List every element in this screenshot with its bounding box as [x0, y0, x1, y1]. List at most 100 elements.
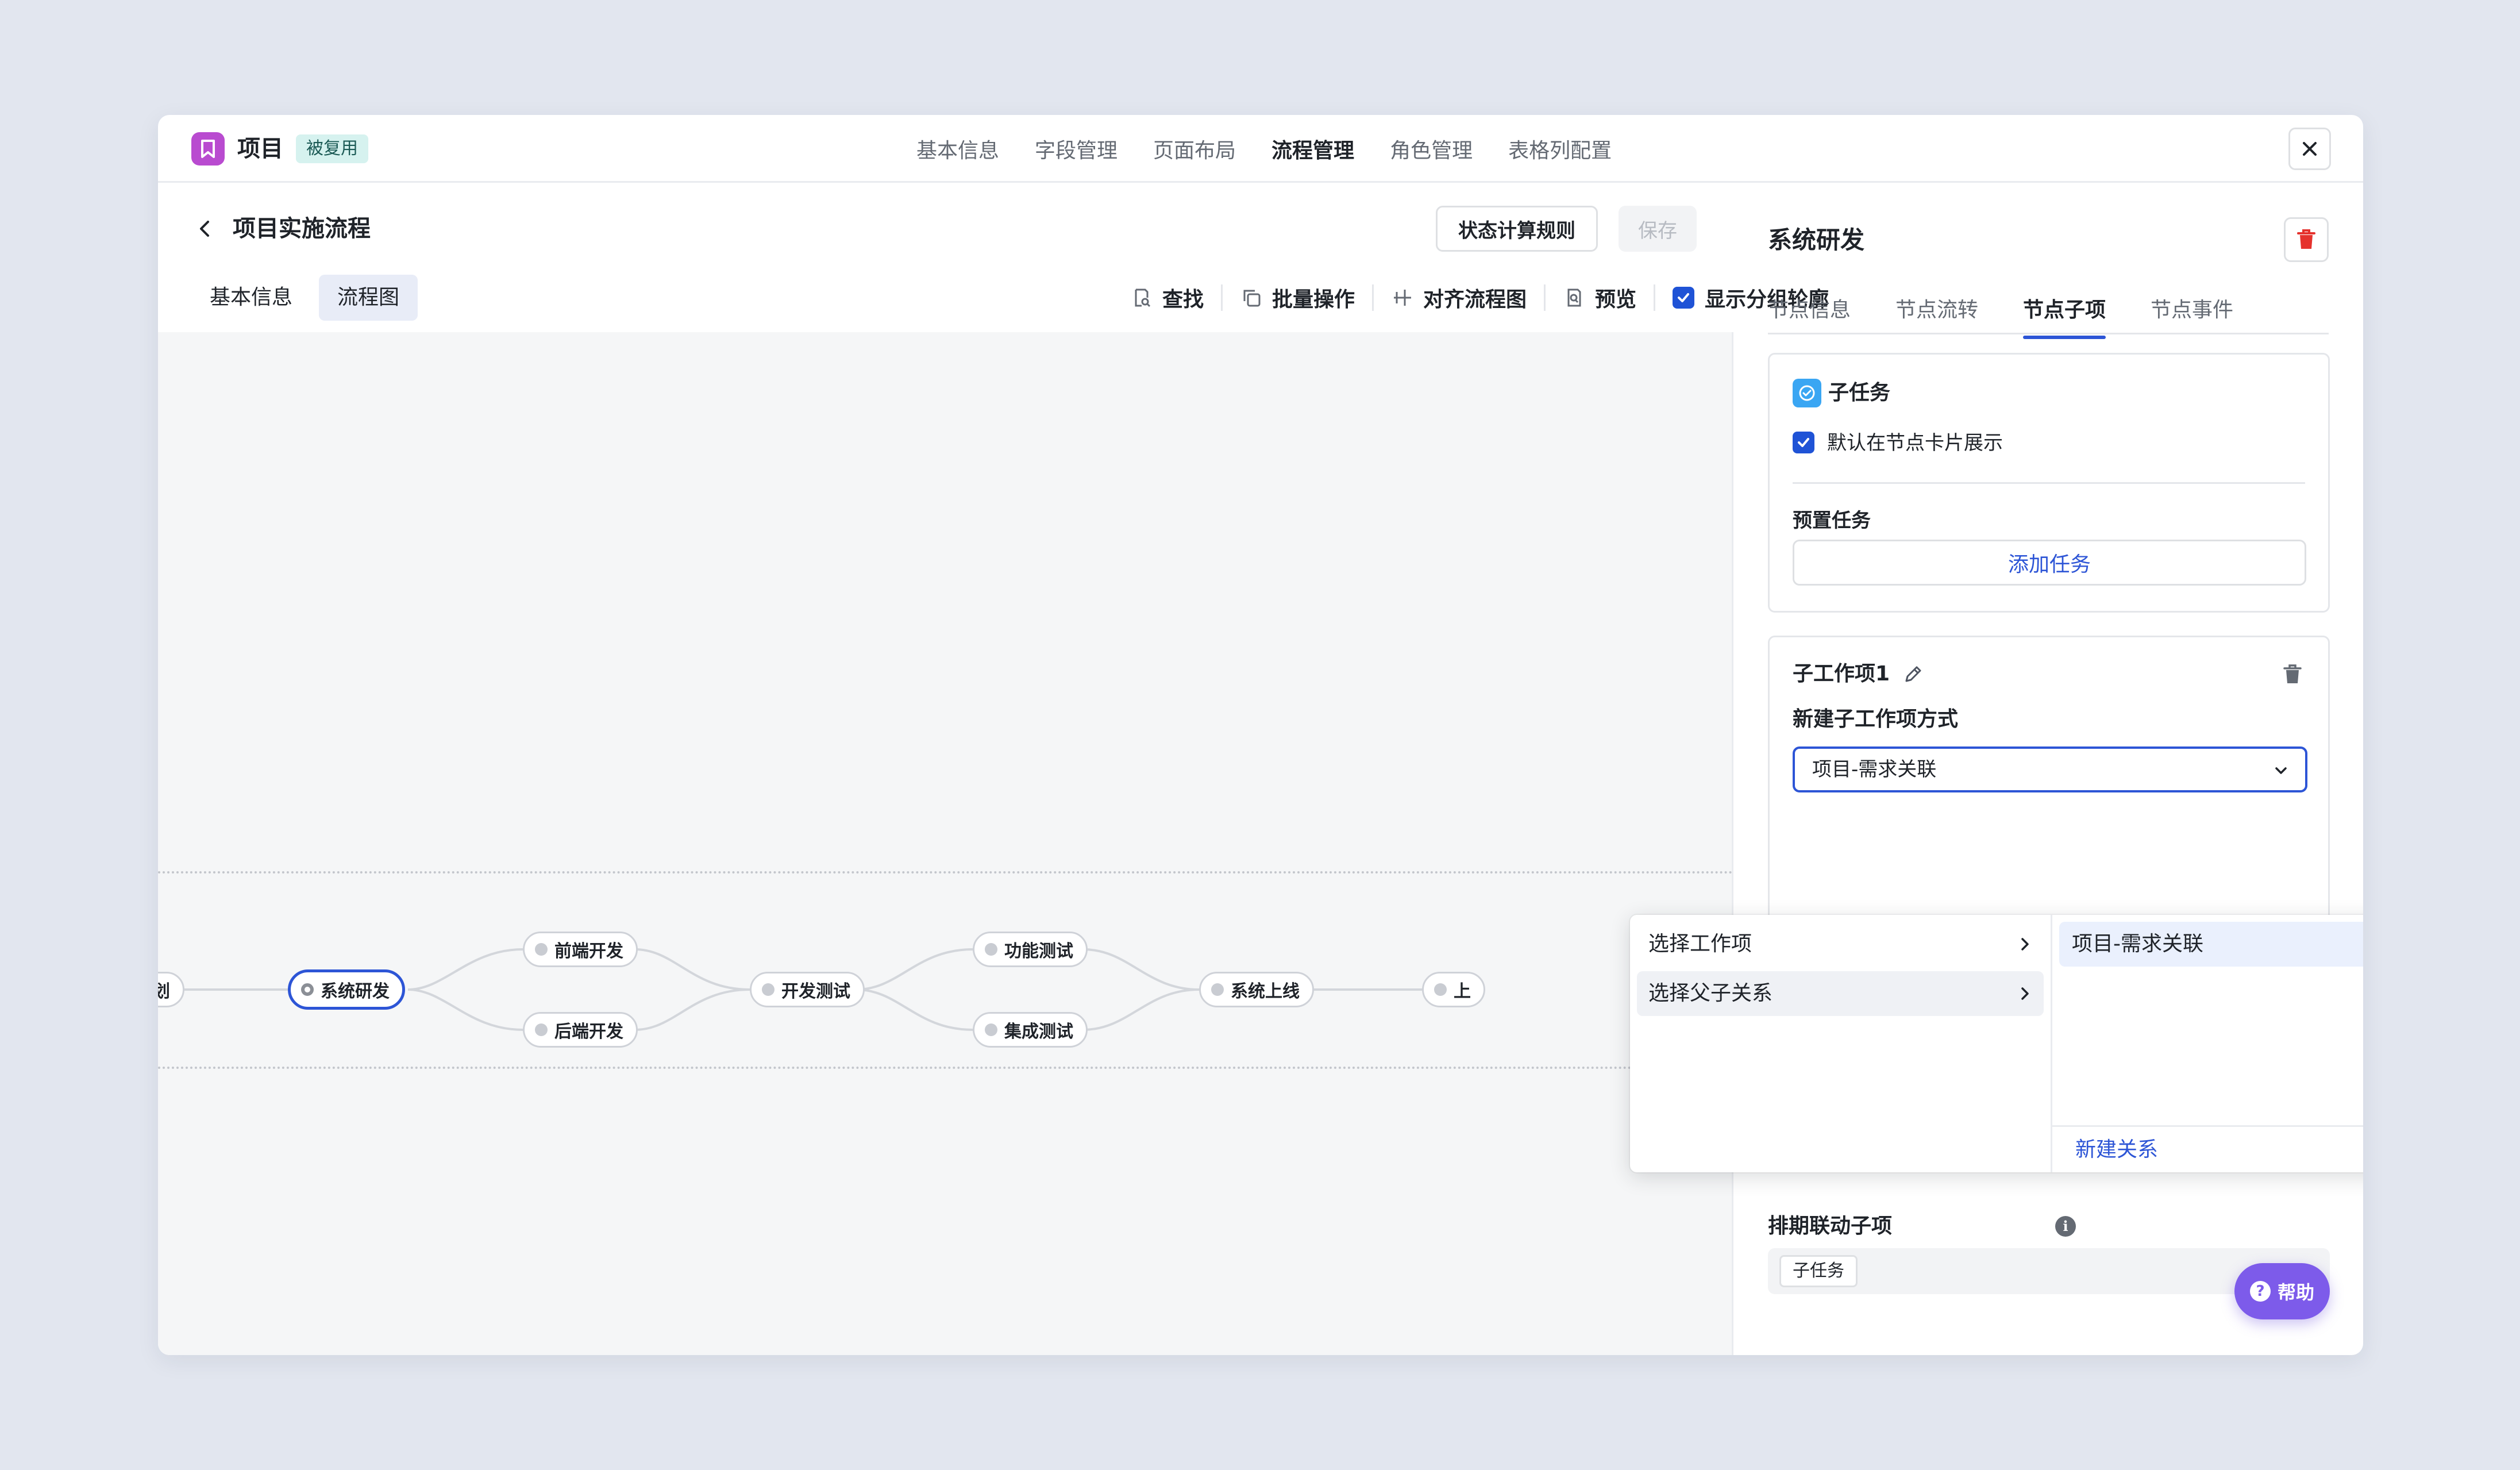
subtab-basic-info[interactable]: 基本信息: [191, 275, 311, 321]
nav-table-columns[interactable]: 表格列配置: [1508, 134, 1612, 164]
check-icon: [1798, 438, 1809, 447]
tab-node-subitems[interactable]: 节点子项: [2023, 293, 2106, 339]
flow-title: 项目实施流程: [233, 216, 371, 242]
cascader-footer: 新建关系: [2052, 1125, 2363, 1172]
find-tool[interactable]: 查找: [1130, 283, 1204, 313]
create-mode-label: 新建子工作项方式: [1793, 707, 1959, 731]
schedule-tag: 子任务: [1779, 1255, 1858, 1287]
node-status-dot: [535, 1023, 548, 1036]
preset-task-label: 预置任务: [1793, 509, 1871, 532]
flow-node-dev-test[interactable]: 开发测试: [750, 972, 865, 1007]
default-show-label: 默认在节点卡片展示: [1827, 432, 2003, 455]
node-label: 上: [1454, 982, 1471, 1002]
info-icon[interactable]: i: [2055, 1216, 2076, 1237]
flow-edges: [158, 948, 1422, 1031]
bookmark-icon: [191, 132, 225, 166]
status-rule-button[interactable]: 状态计算规则: [1436, 206, 1598, 252]
default-show-checkbox[interactable]: [1793, 432, 1814, 453]
tab-node-transition[interactable]: 节点流转: [1895, 293, 1978, 323]
align-label: 对齐流程图: [1423, 288, 1527, 311]
subtask-check-icon: [1793, 379, 1821, 407]
node-label: 功能测试: [1004, 941, 1073, 961]
preview-label: 预览: [1595, 288, 1637, 311]
add-task-button[interactable]: 添加任务: [1793, 540, 2306, 586]
node-label: 集成测试: [1004, 1022, 1073, 1042]
subtask-label: 子任务: [1828, 381, 1891, 405]
back-arrow-icon[interactable]: [194, 217, 217, 240]
flow-canvas[interactable]: 划 系统研发 前端开发 后端开发 开发测试 功能测试 集成测试 系统上线: [158, 332, 1733, 1355]
cascader-column-2: 项目-需求关联 新建关系: [2051, 915, 2363, 1172]
schedule-link-label: 排期联动子项: [1768, 1214, 1893, 1238]
create-mode-select[interactable]: 项目-需求关联: [1793, 746, 2307, 792]
flow-toolbar: 查找 批量操作 对齐流程图 预览 显示分组轮廓: [1130, 275, 1829, 321]
search-doc-icon: [1130, 286, 1153, 309]
align-flow-tool[interactable]: 对齐流程图: [1391, 283, 1527, 313]
divider: [1793, 482, 2305, 484]
node-status-dot: [985, 1023, 997, 1036]
node-label: 划: [158, 977, 170, 1002]
subitem-title: 子工作项1: [1793, 662, 1890, 686]
flow-node-backend[interactable]: 后端开发: [523, 1012, 638, 1048]
node-status-dot: [535, 943, 548, 956]
flow-node-func-test[interactable]: 功能测试: [973, 932, 1088, 967]
copy-icon: [1240, 286, 1263, 309]
batch-label: 批量操作: [1272, 288, 1355, 311]
toolbar-divider: [1654, 284, 1656, 311]
top-nav: 基本信息 字段管理 页面布局 流程管理 角色管理 表格列配置: [916, 115, 1647, 183]
delete-node-button[interactable]: [2284, 217, 2329, 262]
close-button[interactable]: [2288, 128, 2331, 170]
nav-page-layout[interactable]: 页面布局: [1153, 134, 1236, 164]
node-status-dot: [301, 983, 314, 996]
node-label: 前端开发: [554, 941, 623, 961]
node-status-dot: [1434, 983, 1447, 996]
subtask-card: 子任务 默认在节点卡片展示 预置任务 添加任务: [1768, 353, 2330, 613]
question-icon: ?: [2249, 1281, 2271, 1302]
batch-operation-tool[interactable]: 批量操作: [1240, 283, 1355, 313]
top-bar: 项目 被复用 基本信息 字段管理 页面布局 流程管理 角色管理 表格列配置: [158, 115, 2363, 183]
nav-role-management[interactable]: 角色管理: [1390, 134, 1473, 164]
close-icon: [2303, 142, 2317, 156]
align-icon: [1391, 286, 1414, 309]
trash-icon: [2297, 229, 2315, 249]
node-label: 开发测试: [781, 982, 850, 1002]
flow-node-frontend[interactable]: 前端开发: [523, 932, 638, 967]
tab-node-info[interactable]: 节点信息: [1768, 293, 1851, 323]
help-button[interactable]: ? 帮助: [2234, 1263, 2330, 1319]
flow-node-next[interactable]: 上: [1422, 972, 1485, 1007]
node-label: 系统研发: [321, 982, 390, 1002]
flow-node-system-dev[interactable]: 系统研发: [288, 969, 405, 1010]
nav-field-management[interactable]: 字段管理: [1035, 134, 1118, 164]
checkbox-checked-icon[interactable]: [1673, 287, 1695, 309]
chevron-right-icon: [2021, 938, 2029, 951]
tab-node-events[interactable]: 节点事件: [2151, 293, 2233, 323]
node-status-dot: [985, 943, 997, 956]
help-label: 帮助: [2277, 1282, 2314, 1303]
chevron-down-icon: [2275, 767, 2287, 774]
node-label: 系统上线: [1231, 982, 1300, 1002]
node-label: 后端开发: [554, 1022, 623, 1042]
toolbar-divider: [1372, 284, 1374, 311]
nav-flow-management[interactable]: 流程管理: [1271, 134, 1354, 164]
option-select-parent-child[interactable]: 选择父子关系: [1637, 971, 2044, 1016]
cascader-dropdown: 选择工作项 选择父子关系 项目-需求关联 新建关系: [1630, 915, 2363, 1172]
panel-tabs: 节点信息 节点流转 节点子项 节点事件: [1768, 288, 2329, 339]
create-mode-value: 项目-需求关联: [1812, 758, 1937, 781]
node-status-dot: [762, 983, 775, 996]
edit-pencil-icon[interactable]: [1902, 663, 1925, 686]
flow-node-integration-test[interactable]: 集成测试: [973, 1012, 1088, 1048]
find-label: 查找: [1162, 288, 1204, 311]
chevron-right-icon: [2021, 987, 2029, 1000]
app-title: 项目: [237, 136, 283, 162]
save-button[interactable]: 保存: [1619, 206, 1697, 252]
option-select-work-item[interactable]: 选择工作项: [1637, 922, 2044, 967]
trash-icon[interactable]: [2281, 663, 2304, 686]
option-project-requirement[interactable]: 项目-需求关联: [2059, 922, 2363, 967]
new-relation-link[interactable]: 新建关系: [2075, 1134, 2158, 1166]
subtab-flowchart[interactable]: 流程图: [319, 275, 418, 321]
nav-basic-info[interactable]: 基本信息: [916, 134, 999, 164]
reused-badge: 被复用: [296, 134, 368, 163]
toolbar-divider: [1544, 284, 1546, 311]
preview-tool[interactable]: 预览: [1563, 283, 1636, 313]
workflow-editor-window: 项目 被复用 基本信息 字段管理 页面布局 流程管理 角色管理 表格列配置 项目…: [158, 115, 2363, 1355]
flow-node-launch[interactable]: 系统上线: [1199, 972, 1314, 1007]
